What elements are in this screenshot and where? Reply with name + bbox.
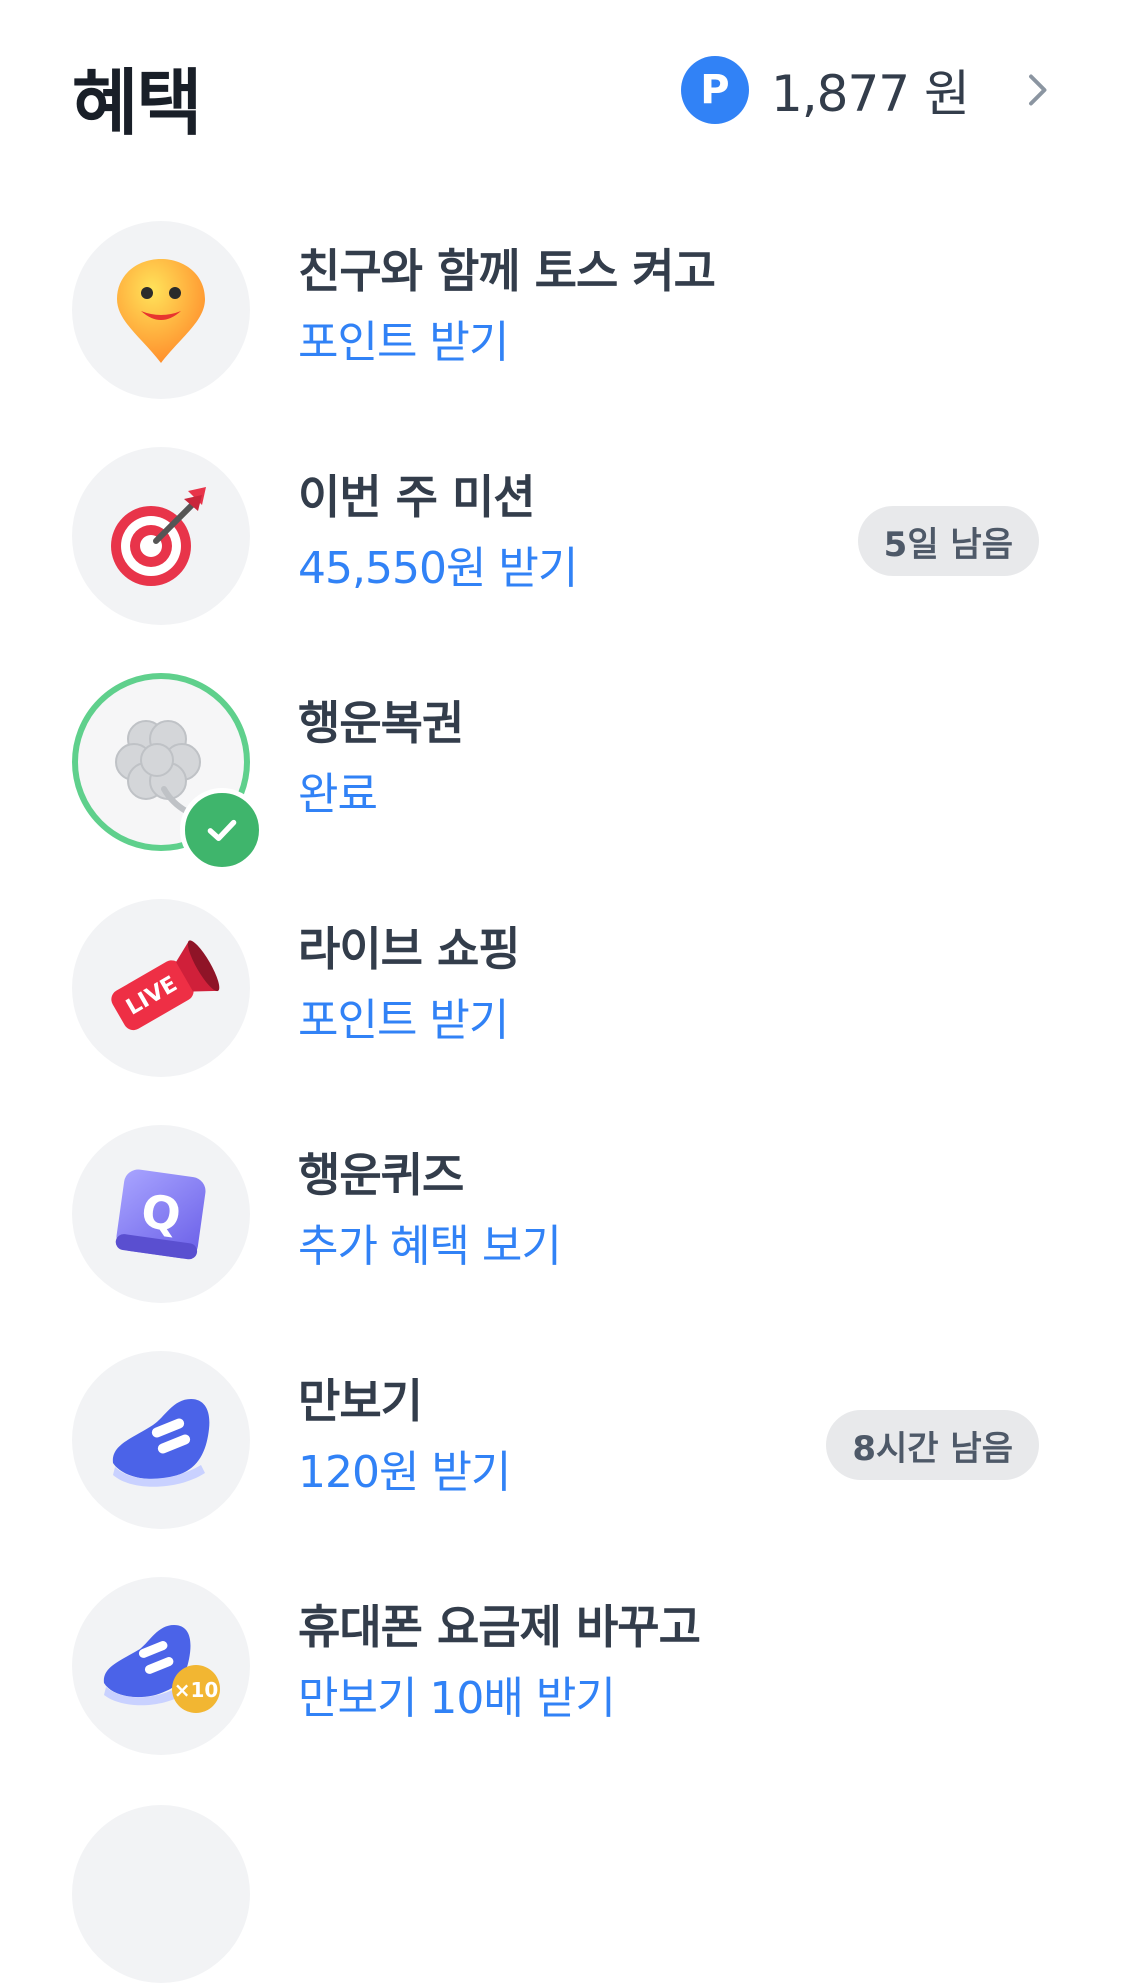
- page-title: 혜택: [72, 61, 202, 145]
- item-subtitle: 만보기 10배 받기: [298, 1673, 616, 1724]
- list-item[interactable]: ×10 휴대폰 요금제 바꾸고 만보기 10배 받기: [0, 1574, 1125, 1800]
- next-item-icon-circle: [72, 1805, 250, 1983]
- benefit-list: 친구와 함께 토스 켜고 포인트 받기 이번 주 미션 45,550원 받기 5…: [0, 218, 1125, 1800]
- item-title: 라이브 쇼핑: [298, 922, 521, 976]
- sneaker-x10-icon: ×10: [103, 1625, 220, 1713]
- item-title: 행운퀴즈: [298, 1148, 464, 1202]
- points-icon: P: [680, 56, 749, 124]
- item-icon-circle: ×10: [72, 1577, 250, 1755]
- target-dart-icon: [111, 487, 206, 586]
- item-title: 휴대폰 요금제 바꾸고: [298, 1600, 701, 1654]
- check-icon: [180, 788, 264, 872]
- time-left-badge: 5일 남음: [857, 506, 1039, 576]
- item-title: 친구와 함께 토스 켜고: [298, 244, 716, 298]
- list-item[interactable]: LIVE 라이브 쇼핑 포인트 받기: [0, 896, 1125, 1122]
- item-title: 이번 주 미션: [298, 470, 536, 524]
- list-item[interactable]: 친구와 함께 토스 켜고 포인트 받기: [0, 218, 1125, 444]
- header: 혜택 P 1,877 원: [0, 0, 1125, 180]
- list-item[interactable]: Q 행운퀴즈 추가 혜택 보기: [0, 1122, 1125, 1348]
- list-item[interactable]: 이번 주 미션 45,550원 받기 5일 남음: [0, 444, 1125, 670]
- chevron-right-icon: [1029, 74, 1047, 106]
- item-subtitle: 포인트 받기: [298, 317, 509, 368]
- list-item[interactable]: 행운복권 완료: [0, 670, 1125, 896]
- item-title: 만보기: [298, 1374, 423, 1428]
- points-balance-button[interactable]: P 1,877 원: [680, 52, 1055, 128]
- item-subtitle: 포인트 받기: [298, 995, 509, 1046]
- points-amount: 1,877 원: [770, 65, 970, 123]
- item-subtitle: 추가 혜택 보기: [298, 1221, 562, 1272]
- time-left-badge: 8시간 남음: [826, 1410, 1039, 1480]
- item-subtitle: 완료: [298, 769, 378, 820]
- list-item[interactable]: 만보기 120원 받기 8시간 남음: [0, 1348, 1125, 1574]
- item-icon-circle: Q: [72, 1125, 250, 1303]
- svg-text:Q: Q: [138, 1184, 184, 1243]
- item-icon-circle: [72, 447, 250, 625]
- svg-text:×10: ×10: [174, 1678, 219, 1702]
- quiz-q-icon: Q: [115, 1169, 206, 1260]
- item-icon-circle: LIVE: [72, 899, 250, 1077]
- item-subtitle: 45,550원 받기: [298, 543, 578, 594]
- item-title: 행운복권: [298, 696, 464, 750]
- item-subtitle: 120원 받기: [298, 1447, 511, 1498]
- smile-pin-icon: [117, 259, 205, 363]
- item-icon-circle: [72, 221, 250, 399]
- sneaker-icon: [112, 1399, 210, 1487]
- item-icon-circle: [72, 1351, 250, 1529]
- live-megaphone-icon: LIVE: [111, 940, 220, 1031]
